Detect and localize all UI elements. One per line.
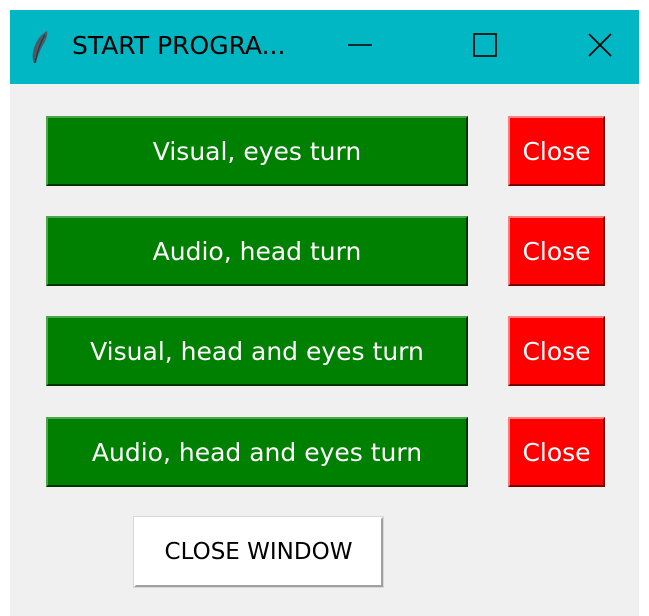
maximize-button[interactable] xyxy=(440,10,530,84)
close-window-button[interactable]: CLOSE WINDOW xyxy=(133,516,384,588)
window-title: START PROGRA... xyxy=(72,31,286,60)
minimize-icon xyxy=(346,31,374,63)
title-bar[interactable]: START PROGRA... xyxy=(10,10,639,84)
minimize-button[interactable] xyxy=(315,10,405,84)
close-audio-head-turn-button[interactable]: Close xyxy=(508,216,605,286)
feather-icon xyxy=(28,30,52,66)
audio-head-turn-button[interactable]: Audio, head turn xyxy=(46,216,468,286)
maximize-icon xyxy=(471,31,499,63)
close-audio-head-eyes-turn-button[interactable]: Close xyxy=(508,417,605,487)
close-visual-head-eyes-turn-button[interactable]: Close xyxy=(508,316,605,386)
close-icon xyxy=(586,31,614,63)
close-visual-eyes-turn-button[interactable]: Close xyxy=(508,116,605,186)
close-window-titlebar-button[interactable] xyxy=(555,10,645,84)
visual-head-eyes-turn-button[interactable]: Visual, head and eyes turn xyxy=(46,316,468,386)
visual-eyes-turn-button[interactable]: Visual, eyes turn xyxy=(46,116,468,186)
app-window: START PROGRA... Visual, eyes turn Close … xyxy=(10,10,639,616)
audio-head-eyes-turn-button[interactable]: Audio, head and eyes turn xyxy=(46,417,468,487)
